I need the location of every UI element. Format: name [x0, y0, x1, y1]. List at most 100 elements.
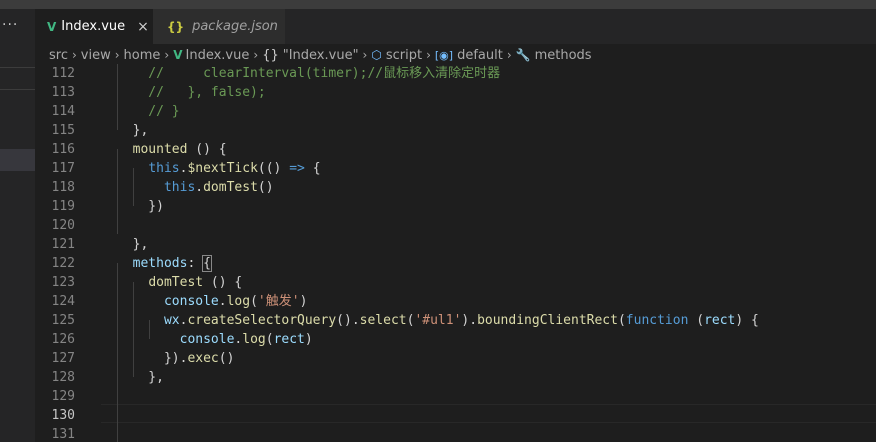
code-line[interactable]: 116 mounted () { — [35, 140, 876, 159]
line-number: 131 — [51, 427, 75, 442]
code-line[interactable]: 123 domTest () { — [35, 273, 876, 292]
code-token: { — [304, 161, 321, 176]
chevron-right-icon: › — [506, 48, 512, 62]
sidebar-divider — [0, 67, 35, 68]
line-number: 130 — [51, 408, 75, 423]
code-text: // } — [117, 102, 179, 121]
line-number: 112 — [51, 66, 75, 81]
code-line[interactable]: 122 methods: { — [35, 254, 876, 273]
code-line[interactable]: 118 this.domTest() — [35, 178, 876, 197]
close-icon[interactable]: × — [137, 19, 149, 35]
code-line[interactable]: 131 — [35, 425, 876, 442]
code-token: '#ul1' — [414, 313, 462, 328]
code-token: createSelectorQuery — [187, 313, 337, 328]
code-token: domTest — [148, 275, 204, 290]
code-token: // }, false); — [117, 85, 266, 100]
line-number: 117 — [51, 161, 75, 176]
code-line[interactable]: 113 // }, false); — [35, 83, 876, 102]
sidebar-divider — [0, 89, 35, 90]
line-number: 122 — [51, 256, 75, 271]
code-text: this.$nextTick(() => { — [117, 159, 321, 178]
tab-label: Index.vue — [61, 19, 126, 34]
breadcrumb-item-default[interactable]: default — [457, 48, 503, 63]
code-token: (). — [336, 313, 360, 328]
code-text: }, — [117, 235, 149, 254]
code-line[interactable]: 127 }).exec() — [35, 349, 876, 368]
code-token: log — [242, 332, 266, 347]
tab-index-vue[interactable]: V Index.vue × — [35, 9, 153, 44]
code-line[interactable]: 124 console.log('触发') — [35, 292, 876, 311]
tab-package-json[interactable]: {} package.json — [153, 9, 285, 44]
code-token: ( — [250, 294, 258, 309]
breadcrumb-item-view[interactable]: view — [81, 48, 111, 63]
code-token: this — [163, 180, 196, 195]
code-text: domTest () { — [117, 273, 242, 292]
code-line[interactable]: 128 }, — [35, 368, 876, 387]
code-token: (() — [257, 161, 290, 176]
line-number: 127 — [51, 351, 75, 366]
code-token: . — [218, 294, 227, 309]
code-token: () — [257, 180, 274, 195]
side-bar: ··· — [0, 9, 35, 442]
code-line[interactable]: 130 — [35, 406, 876, 425]
code-line[interactable]: 121 }, — [35, 235, 876, 254]
code-line[interactable]: 129 — [35, 387, 876, 406]
wrench-icon: 🔧 — [515, 48, 531, 62]
code-line[interactable]: 120 — [35, 216, 876, 235]
code-token: ( — [688, 313, 705, 328]
breadcrumb-item-script[interactable]: script — [386, 48, 422, 63]
title-bar-strip — [0, 0, 876, 9]
code-line[interactable]: 125 wx.createSelectorQuery().select('#ul… — [35, 311, 876, 330]
line-number: 119 — [51, 199, 75, 214]
code-token: { — [202, 255, 212, 272]
code-token: ) — [299, 294, 308, 309]
code-token: () — [218, 351, 235, 366]
code-token: methods — [132, 256, 188, 271]
vue-file-icon: V — [173, 48, 183, 62]
code-token: log — [226, 294, 251, 309]
code-token: $nextTick — [187, 161, 258, 176]
cube-symbol-icon: ⬡ — [371, 48, 382, 62]
code-text: }).exec() — [117, 349, 234, 368]
code-text: mounted () { — [117, 140, 227, 159]
chevron-right-icon: › — [164, 48, 170, 62]
code-line[interactable]: 115 }, — [35, 121, 876, 140]
line-number: 129 — [51, 389, 75, 404]
breadcrumb-item-src[interactable]: src — [49, 48, 68, 63]
code-token: select — [359, 313, 407, 328]
code-token: }, — [117, 123, 149, 138]
code-token: . — [195, 180, 204, 195]
vue-file-icon: V — [47, 19, 57, 34]
code-token: domTest — [203, 180, 258, 195]
code-line[interactable]: 117 this.$nextTick(() => { — [35, 159, 876, 178]
code-text: }, — [117, 121, 149, 140]
json-file-icon: {} — [167, 19, 185, 34]
code-text: console.log(rect) — [117, 330, 313, 349]
line-number: 118 — [51, 180, 75, 195]
line-number: 115 — [51, 123, 75, 138]
code-token: }, — [117, 370, 164, 385]
code-line[interactable]: 114 // } — [35, 102, 876, 121]
code-line[interactable]: 112 // clearInterval(timer);//鼠标移入清除定时器 — [35, 64, 876, 83]
code-text: methods: { — [117, 254, 212, 273]
line-number: 124 — [51, 294, 75, 309]
code-text: wx.createSelectorQuery().select('#ul1').… — [117, 311, 759, 330]
code-line[interactable]: 126 console.log(rect) — [35, 330, 876, 349]
sidebar-selected-item[interactable] — [0, 149, 35, 171]
breadcrumb-item-component[interactable]: "Index.vue" — [283, 48, 359, 63]
code-text: // }, false); — [117, 83, 266, 102]
breadcrumb-item-home[interactable]: home — [124, 48, 161, 63]
more-actions-icon[interactable]: ··· — [2, 17, 18, 33]
code-line[interactable]: 119 }) — [35, 197, 876, 216]
code-text: // clearInterval(timer);//鼠标移入清除定时器 — [117, 64, 500, 83]
code-token: function — [625, 313, 689, 328]
breadcrumb-item-methods[interactable]: methods — [535, 48, 592, 63]
code-editor[interactable]: 112 // clearInterval(timer);//鼠标移入清除定时器 1… — [35, 64, 876, 442]
code-token: ) — [304, 332, 313, 347]
breadcrumb-item-file[interactable]: Index.vue — [186, 48, 250, 63]
